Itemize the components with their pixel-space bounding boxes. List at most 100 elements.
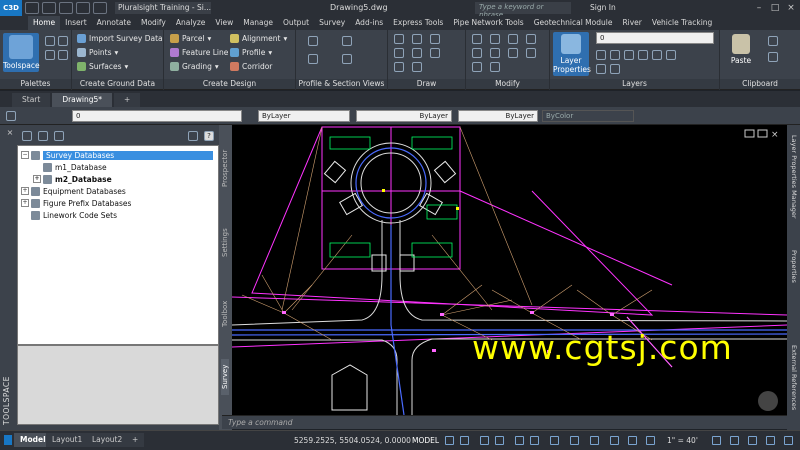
drawing-canvas[interactable]: × www.cgtsj.com xyxy=(232,125,787,415)
palette-icon[interactable] xyxy=(58,36,68,46)
workspace-select[interactable]: Pluralsight Training - Si... xyxy=(115,2,211,14)
plotstyle-dropdown[interactable]: ByColor xyxy=(542,110,634,122)
customization-icon[interactable] xyxy=(784,436,793,445)
help-icon[interactable]: ? xyxy=(204,131,214,141)
tab-annotate[interactable]: Annotate xyxy=(92,16,136,30)
palette-icon[interactable] xyxy=(45,36,55,46)
sample-lines-icon[interactable] xyxy=(342,36,352,46)
hatch-icon[interactable] xyxy=(430,48,440,58)
3d-osnap-icon[interactable] xyxy=(610,436,619,445)
tab-vehicle-tracking[interactable]: Vehicle Tracking xyxy=(647,16,717,30)
tab-analyze[interactable]: Analyze xyxy=(171,16,211,30)
spline-icon[interactable] xyxy=(412,62,422,72)
tab-toolbox[interactable]: Toolbox xyxy=(221,301,229,327)
new-tab-button[interactable]: + xyxy=(114,93,141,107)
grading-button[interactable]: Grading ▾ xyxy=(170,62,219,71)
app-logo[interactable]: C3D xyxy=(0,0,22,16)
layer-icon[interactable] xyxy=(6,111,16,121)
tree-item-m2-database[interactable]: + m2_Database xyxy=(33,173,112,185)
maximize-icon[interactable]: □ xyxy=(768,2,782,14)
cut-icon[interactable] xyxy=(768,36,778,46)
ortho-icon[interactable] xyxy=(480,436,489,445)
erase-icon[interactable] xyxy=(526,48,536,58)
tab-modify[interactable]: Modify xyxy=(136,16,171,30)
workspace-switch-icon[interactable] xyxy=(712,436,721,445)
grid-icon[interactable] xyxy=(445,436,454,445)
mirror-icon[interactable] xyxy=(472,48,482,58)
tab-output[interactable]: Output xyxy=(278,16,314,30)
copy-icon[interactable] xyxy=(490,34,500,44)
palette-icon[interactable] xyxy=(58,50,68,60)
lineweight-icon[interactable] xyxy=(550,436,559,445)
tab-river[interactable]: River xyxy=(617,16,646,30)
expand-icon[interactable]: + xyxy=(21,199,29,207)
sign-in-button[interactable]: Sign In xyxy=(590,3,616,12)
alignment-button[interactable]: Alignment ▾ xyxy=(230,34,287,43)
tab-prospector[interactable]: Prospector xyxy=(221,150,229,187)
points-button[interactable]: Points ▾ xyxy=(77,48,118,57)
minimize-icon[interactable]: – xyxy=(752,2,766,14)
clean-screen-icon[interactable] xyxy=(766,436,775,445)
polar-icon[interactable] xyxy=(495,436,504,445)
undo-icon[interactable] xyxy=(76,2,90,14)
tree-item-figure-prefix-databases[interactable]: + Figure Prefix Databases xyxy=(21,197,131,209)
layout-nav-icon[interactable] xyxy=(4,435,12,445)
section-icon[interactable] xyxy=(342,54,352,64)
expand-icon[interactable]: + xyxy=(21,187,29,195)
annotation-monitor-icon[interactable] xyxy=(730,436,739,445)
tab-layer-properties-manager[interactable]: Layer Properties Manager xyxy=(790,135,798,219)
arc-icon[interactable] xyxy=(394,48,404,58)
rectangle-icon[interactable] xyxy=(412,48,422,58)
isodraft-icon[interactable] xyxy=(515,436,524,445)
selection-cycling-icon[interactable] xyxy=(590,436,599,445)
tab-survey[interactable]: Survey xyxy=(314,16,350,30)
play-overlay-icon[interactable] xyxy=(758,391,778,411)
scale-icon[interactable] xyxy=(490,48,500,58)
search-input[interactable]: Type a keyword or phrase xyxy=(475,2,571,19)
section-view-icon[interactable] xyxy=(308,54,318,64)
collapse-icon[interactable]: − xyxy=(21,151,29,159)
layer-state-icon[interactable] xyxy=(596,50,606,60)
annotation-scale[interactable]: 1" = 40' xyxy=(667,436,698,445)
tab-add-ins[interactable]: Add-ins xyxy=(350,16,388,30)
toolspace-button[interactable]: Toolspace xyxy=(3,33,40,72)
model-space-button[interactable]: MODEL xyxy=(412,436,439,445)
command-line[interactable]: Type a command xyxy=(222,415,787,429)
layout-tab-layout2[interactable]: Layout2 xyxy=(86,433,129,447)
corridor-button[interactable]: Corridor xyxy=(230,62,272,71)
layer-merge-icon[interactable] xyxy=(610,64,620,74)
close-icon[interactable]: × xyxy=(784,2,798,14)
osnap-icon[interactable] xyxy=(530,436,539,445)
profile-button[interactable]: Profile ▾ xyxy=(230,48,272,57)
copy-clip-icon[interactable] xyxy=(768,52,778,62)
circle-icon[interactable] xyxy=(430,34,440,44)
tab-insert[interactable]: Insert xyxy=(60,16,92,30)
tree-item-equipment-databases[interactable]: + Equipment Databases xyxy=(21,185,126,197)
surfaces-button[interactable]: Surfaces ▾ xyxy=(77,62,128,71)
layer-select[interactable]: 0 xyxy=(596,32,714,44)
rotate-icon[interactable] xyxy=(526,34,536,44)
profile-view-icon[interactable] xyxy=(308,36,318,46)
layer-lock-icon[interactable] xyxy=(666,50,676,60)
tab-external-references[interactable]: External References xyxy=(790,345,798,410)
toggle-view-icon[interactable] xyxy=(188,131,198,141)
transparency-icon[interactable] xyxy=(570,436,579,445)
annotation-visibility-icon[interactable] xyxy=(628,436,637,445)
refresh-icon[interactable] xyxy=(38,131,48,141)
units-icon[interactable] xyxy=(748,436,757,445)
palette-icon[interactable] xyxy=(45,50,55,60)
tab-express-tools[interactable]: Express Tools xyxy=(388,16,448,30)
save-icon[interactable] xyxy=(42,2,56,14)
import-survey-data-button[interactable]: Import Survey Data xyxy=(77,34,163,43)
move-icon[interactable] xyxy=(472,34,482,44)
start-tab[interactable]: Start xyxy=(12,93,51,107)
tab-view[interactable]: View xyxy=(210,16,238,30)
tab-survey-side[interactable]: Survey xyxy=(221,358,229,395)
open-icon[interactable] xyxy=(25,2,39,14)
close-palette-icon[interactable]: × xyxy=(3,127,17,139)
layer-match-icon[interactable] xyxy=(610,50,620,60)
layer-walk-icon[interactable] xyxy=(596,64,606,74)
tab-settings[interactable]: Settings xyxy=(221,228,229,257)
polyline-icon[interactable] xyxy=(412,34,422,44)
snap-icon[interactable] xyxy=(460,436,469,445)
